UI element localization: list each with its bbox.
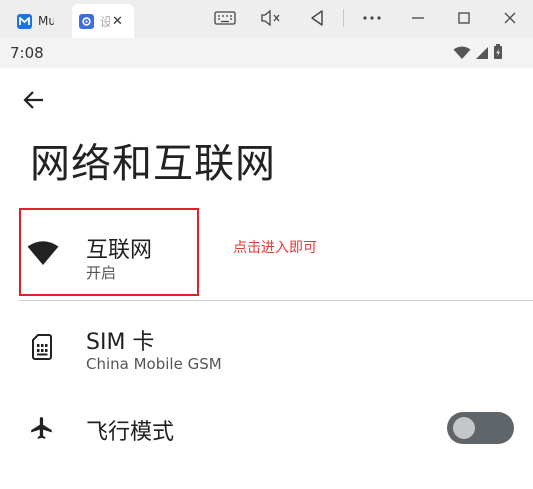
mumu-app-icon bbox=[17, 13, 32, 29]
status-time: 7:08 bbox=[10, 44, 44, 62]
sim-card-subtitle: China Mobile GSM bbox=[86, 355, 222, 373]
tab-mumu[interactable]: Mu bbox=[10, 4, 68, 38]
cellular-signal-icon bbox=[475, 45, 489, 64]
status-bar: 7:08 bbox=[0, 38, 533, 68]
page-title: 网络和互联网 bbox=[30, 141, 276, 187]
keyboard-icon[interactable] bbox=[212, 6, 238, 30]
more-icon[interactable] bbox=[359, 6, 385, 30]
wifi-status-icon bbox=[453, 45, 471, 64]
back-arrow-icon[interactable] bbox=[20, 86, 48, 114]
close-icon[interactable] bbox=[497, 6, 523, 30]
battery-icon bbox=[493, 44, 503, 64]
sim-card-row[interactable]: SIM 卡 China Mobile GSM bbox=[0, 304, 533, 392]
settings-gear-icon bbox=[79, 13, 94, 29]
airplane-mode-toggle[interactable] bbox=[447, 412, 514, 444]
tab-title: Mu bbox=[38, 14, 54, 28]
toggle-knob bbox=[453, 417, 475, 439]
highlight-box bbox=[19, 208, 199, 296]
sim-card-title: SIM 卡 bbox=[86, 330, 155, 355]
airplane-mode-title: 飞行模式 bbox=[86, 420, 175, 445]
sim-card-icon bbox=[32, 334, 52, 364]
maximize-icon[interactable] bbox=[451, 6, 477, 30]
tab-close-icon[interactable]: ✕ bbox=[112, 14, 123, 29]
tab-settings[interactable]: 设 ✕ bbox=[72, 4, 134, 38]
annotation-note: 点击进入即可 bbox=[233, 240, 317, 256]
minimize-icon[interactable] bbox=[405, 6, 431, 30]
back-triangle-icon[interactable] bbox=[304, 6, 330, 30]
emulator-title-bar: Mu 设 ✕ bbox=[0, 0, 533, 38]
airplane-icon bbox=[29, 415, 55, 445]
volume-mute-icon[interactable] bbox=[258, 6, 284, 30]
tab-title: 设 bbox=[100, 14, 110, 29]
divider bbox=[19, 300, 533, 301]
